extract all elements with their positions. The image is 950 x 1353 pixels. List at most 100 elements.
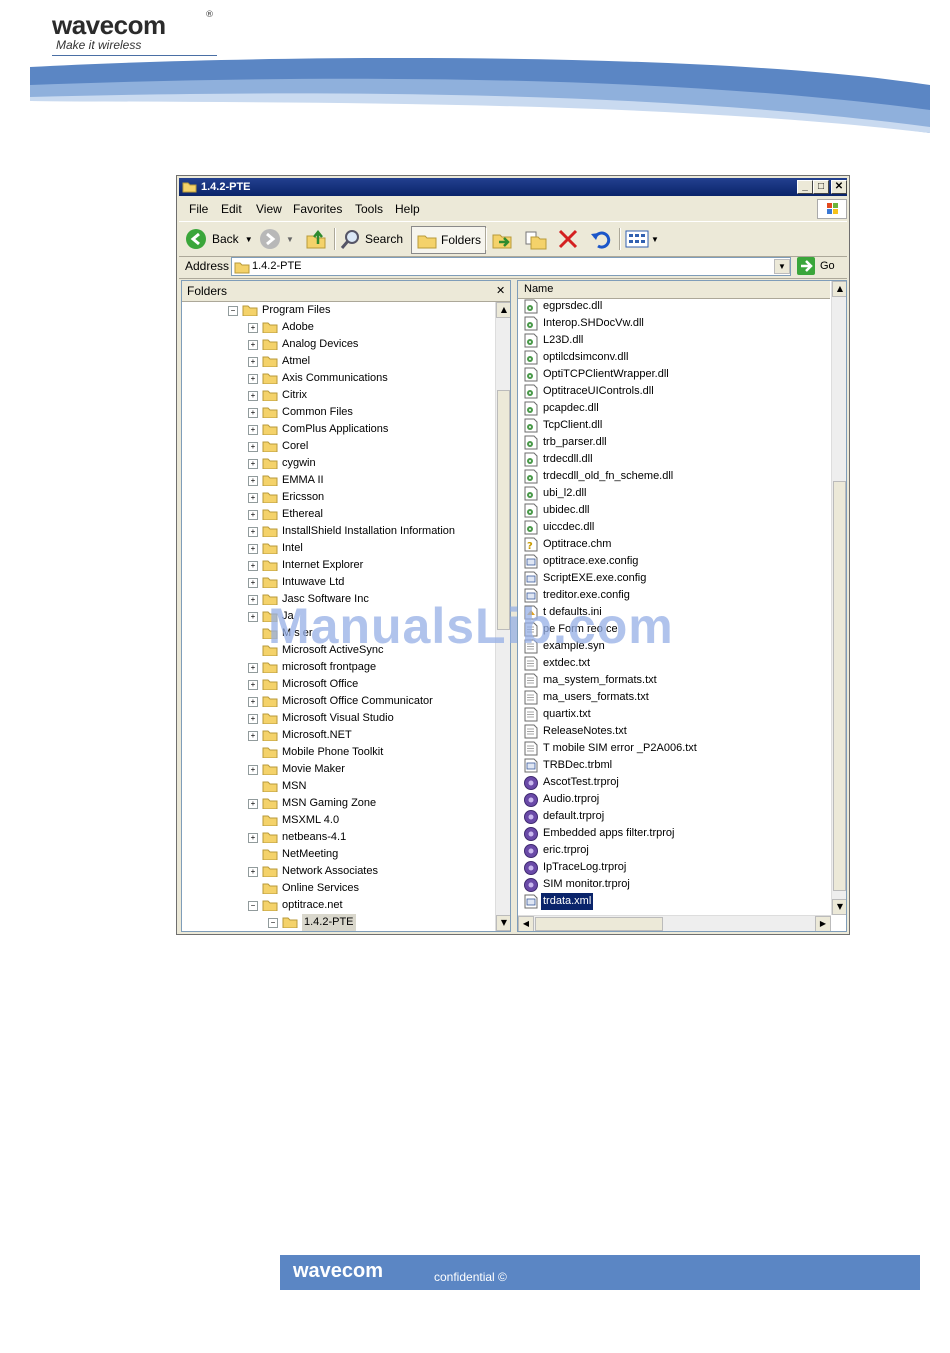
- undo-button[interactable]: [589, 226, 611, 252]
- go-button[interactable]: Go: [797, 257, 835, 275]
- menu-tools[interactable]: Tools: [355, 202, 383, 216]
- collapse-minus-icon[interactable]: −: [228, 306, 238, 316]
- files-vertical-scrollbar[interactable]: ▲ ▼: [831, 281, 846, 915]
- expand-plus-icon[interactable]: +: [248, 340, 258, 350]
- tree-item[interactable]: + EMMA II: [182, 472, 494, 489]
- tree-item[interactable]: + Microsoft Office Communicator: [182, 693, 494, 710]
- expand-plus-icon[interactable]: +: [248, 374, 258, 384]
- tree-item[interactable]: NetMeeting: [182, 846, 494, 863]
- tree-item[interactable]: + cygwin: [182, 455, 494, 472]
- tree-item[interactable]: + Microsoft Office: [182, 676, 494, 693]
- scroll-thumb[interactable]: [497, 390, 510, 630]
- up-folder-button[interactable]: [305, 226, 327, 252]
- name-column-header[interactable]: Name: [518, 281, 830, 299]
- expand-plus-icon[interactable]: +: [248, 765, 258, 775]
- tree-item[interactable]: + Common Files: [182, 404, 494, 421]
- scroll-thumb[interactable]: [833, 481, 846, 891]
- search-button[interactable]: Search: [339, 226, 403, 252]
- tree-item[interactable]: + Internet Explorer: [182, 557, 494, 574]
- expand-plus-icon[interactable]: +: [248, 663, 258, 673]
- scroll-left-button[interactable]: ◀: [518, 916, 534, 931]
- expand-plus-icon[interactable]: +: [248, 510, 258, 520]
- expand-plus-icon[interactable]: +: [248, 357, 258, 367]
- tree-item[interactable]: + Adobe: [182, 319, 494, 336]
- tree-item[interactable]: + Microsoft Visual Studio: [182, 710, 494, 727]
- expand-plus-icon[interactable]: +: [248, 561, 258, 571]
- tree-item[interactable]: Mobile Phone Toolkit: [182, 744, 494, 761]
- expand-plus-icon[interactable]: +: [248, 527, 258, 537]
- tree-item[interactable]: + netbeans-4.1: [182, 829, 494, 846]
- tree-item[interactable]: + Corel: [182, 438, 494, 455]
- views-button[interactable]: ▼: [625, 226, 659, 252]
- tree-item[interactable]: + MSN Gaming Zone: [182, 795, 494, 812]
- menu-help[interactable]: Help: [395, 202, 420, 216]
- menu-favorites[interactable]: Favorites: [293, 202, 342, 216]
- expand-plus-icon[interactable]: +: [248, 425, 258, 435]
- expand-plus-icon[interactable]: +: [248, 612, 258, 622]
- delete-button[interactable]: [557, 226, 579, 252]
- tree-item[interactable]: + Network Associates: [182, 863, 494, 880]
- tree-item[interactable]: + Ethereal: [182, 506, 494, 523]
- chevron-down-icon[interactable]: ▼: [651, 235, 659, 244]
- expand-plus-icon[interactable]: +: [248, 595, 258, 605]
- tree-item[interactable]: + Atmel: [182, 353, 494, 370]
- close-button[interactable]: ✕: [831, 180, 847, 194]
- move-to-button[interactable]: [491, 226, 515, 252]
- tree-item[interactable]: + InstallShield Installation Information: [182, 523, 494, 540]
- folders-button[interactable]: Folders: [411, 226, 487, 254]
- expand-plus-icon[interactable]: +: [248, 476, 258, 486]
- tree-item[interactable]: + Axis Communications: [182, 370, 494, 387]
- expand-plus-icon[interactable]: +: [248, 731, 258, 741]
- expand-plus-icon[interactable]: +: [248, 408, 258, 418]
- tree-item[interactable]: − 1.4.2-PTE: [182, 914, 494, 931]
- tree-item[interactable]: + Intuwave Ltd: [182, 574, 494, 591]
- address-dropdown-button[interactable]: ▼: [774, 259, 790, 274]
- collapse-minus-icon[interactable]: −: [268, 918, 278, 928]
- expand-plus-icon[interactable]: +: [248, 459, 258, 469]
- scroll-down-button[interactable]: ▼: [496, 915, 510, 931]
- scroll-up-button[interactable]: ▲: [496, 302, 510, 318]
- tree-item[interactable]: + Ericsson: [182, 489, 494, 506]
- tree-item[interactable]: + Analog Devices: [182, 336, 494, 353]
- expand-plus-icon[interactable]: +: [248, 714, 258, 724]
- tree-item[interactable]: + microsoft frontpage: [182, 659, 494, 676]
- tree-item[interactable]: − Program Files: [182, 302, 494, 319]
- expand-plus-icon[interactable]: +: [248, 697, 258, 707]
- expand-plus-icon[interactable]: +: [248, 833, 258, 843]
- folders-pane-close-button[interactable]: ✕: [496, 281, 505, 301]
- expand-plus-icon[interactable]: +: [248, 867, 258, 877]
- title-bar[interactable]: 1.4.2-PTE _ □ ✕: [179, 178, 847, 196]
- scroll-thumb[interactable]: [535, 917, 663, 931]
- expand-plus-icon[interactable]: +: [248, 578, 258, 588]
- tree-item[interactable]: + Intel: [182, 540, 494, 557]
- collapse-minus-icon[interactable]: −: [248, 901, 258, 911]
- expand-plus-icon[interactable]: +: [248, 544, 258, 554]
- scroll-down-button[interactable]: ▼: [832, 899, 846, 915]
- minimize-button[interactable]: _: [797, 180, 813, 194]
- tree-item[interactable]: + ComPlus Applications: [182, 421, 494, 438]
- tree-item[interactable]: + Citrix: [182, 387, 494, 404]
- expand-plus-icon[interactable]: +: [248, 799, 258, 809]
- tree-item[interactable]: MSXML 4.0: [182, 812, 494, 829]
- menu-file[interactable]: File: [189, 202, 208, 216]
- expand-plus-icon[interactable]: +: [248, 680, 258, 690]
- scroll-up-button[interactable]: ▲: [832, 281, 846, 297]
- expand-plus-icon[interactable]: +: [248, 493, 258, 503]
- expand-plus-icon[interactable]: +: [248, 391, 258, 401]
- maximize-button[interactable]: □: [813, 180, 829, 194]
- files-horizontal-scrollbar[interactable]: ◀ ▶: [518, 915, 831, 931]
- tree-item[interactable]: MSN: [182, 778, 494, 795]
- back-button[interactable]: Back ▼: [185, 226, 253, 252]
- tree-item[interactable]: + Movie Maker: [182, 761, 494, 778]
- tree-item[interactable]: + Microsoft.NET: [182, 727, 494, 744]
- forward-button[interactable]: ▼: [259, 226, 294, 252]
- menu-view[interactable]: View: [256, 202, 282, 216]
- chevron-down-icon[interactable]: ▼: [245, 235, 253, 244]
- scroll-right-button[interactable]: ▶: [815, 916, 831, 931]
- tree-item[interactable]: Online Services: [182, 880, 494, 897]
- expand-plus-icon[interactable]: +: [248, 442, 258, 452]
- chevron-down-icon[interactable]: ▼: [286, 235, 294, 244]
- address-input[interactable]: 1.4.2-PTE ▼: [231, 257, 791, 276]
- menu-edit[interactable]: Edit: [221, 202, 242, 216]
- tree-item[interactable]: − optitrace.net: [182, 897, 494, 914]
